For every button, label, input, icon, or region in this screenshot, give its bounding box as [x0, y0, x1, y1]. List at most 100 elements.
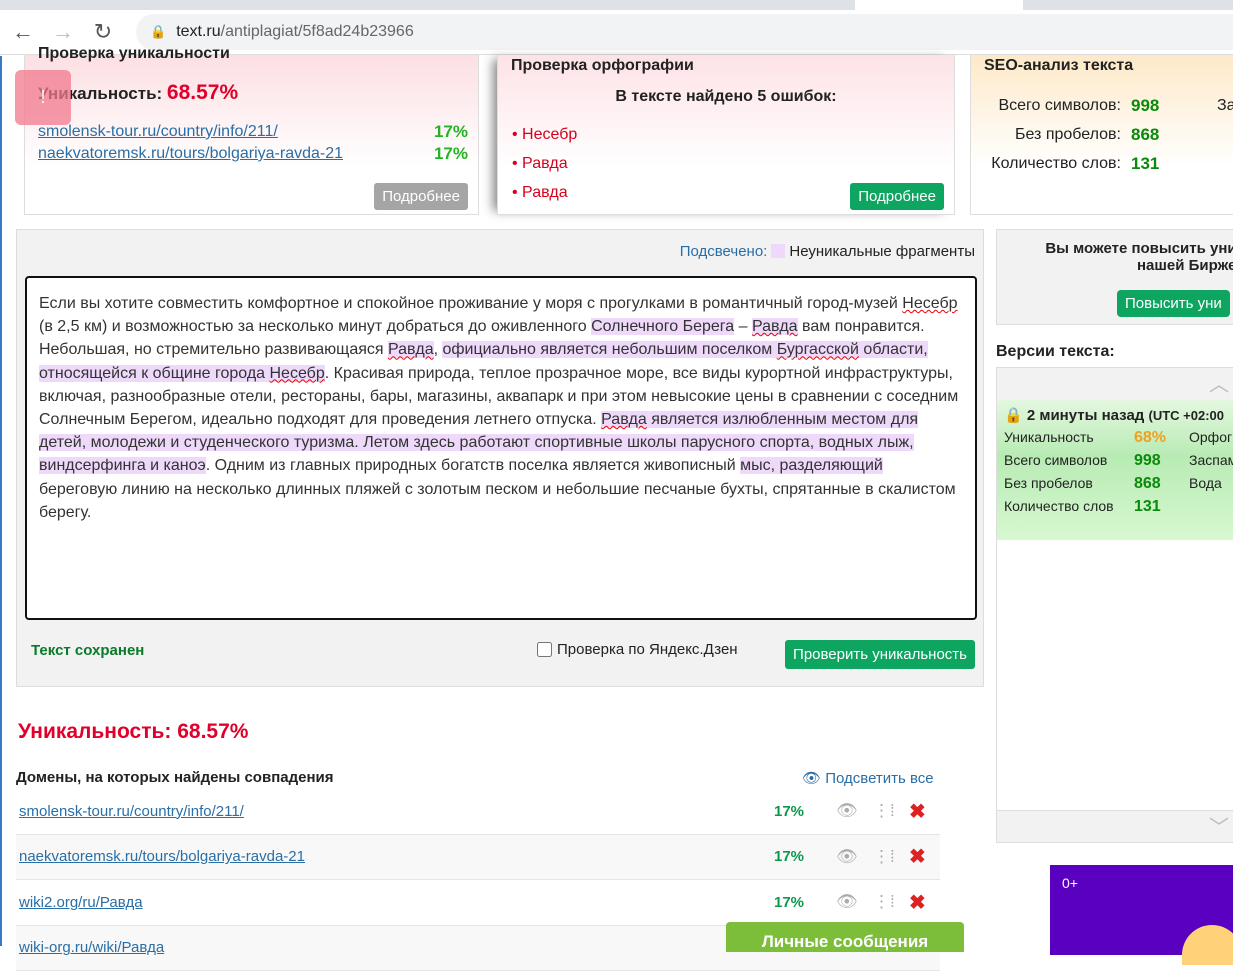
yandex-zen-option[interactable]: Проверка по Яндекс.Дзен: [537, 641, 738, 658]
promo-panel: Вы можете повысить уни нашей Бирже р Пов…: [996, 229, 1233, 325]
spelling-card: Проверка орфографии В тексте найдено 5 о…: [497, 55, 955, 215]
yandex-zen-label: Проверка по Яндекс.Дзен: [557, 641, 738, 658]
error-list: Несебр Равда Равда: [512, 120, 577, 207]
highlight-legend: Подсвечено: Неуникальные фрагменты: [680, 243, 975, 260]
version-stat-label: Количество слов: [1004, 495, 1134, 518]
chevron-up-icon[interactable]: ︿: [997, 368, 1233, 400]
version-stat-label: Без пробелов: [1004, 472, 1134, 495]
ad-image: [1182, 925, 1233, 965]
promo-button[interactable]: Повысить уни: [1117, 290, 1230, 317]
chevron-down-icon[interactable]: ﹀: [997, 810, 1233, 842]
match-pct: 17%: [774, 894, 804, 911]
source-link[interactable]: naekvatoremsk.ru/tours/bolgariya-ravda-2…: [38, 143, 343, 165]
version-time: 2 минуты назад: [1027, 407, 1144, 424]
yandex-zen-checkbox[interactable]: [537, 642, 552, 657]
eye-icon[interactable]: 👁: [836, 892, 858, 912]
spelling-more-button[interactable]: Подробнее: [850, 183, 944, 210]
card-title: SEO-анализ текста: [984, 57, 1133, 75]
legend-label: Неуникальные фрагменты: [789, 243, 975, 260]
version-stat-label: Всего символов: [1004, 449, 1134, 472]
nonunique-fragment: Бургасской: [777, 341, 859, 358]
nonunique-fragment: мыс, разделяющий: [740, 457, 883, 474]
text-fragment: береговую линию на несколько длинных пля…: [39, 481, 956, 521]
promo-text: Вы можете повысить уни: [1037, 240, 1233, 257]
versions-title: Версии текста:: [996, 343, 1115, 361]
text-fragment: Если вы хотите совместить комфортное и с…: [39, 295, 902, 312]
save-status: Текст сохранен: [31, 642, 144, 659]
domain-link[interactable]: naekvatoremsk.ru/tours/bolgariya-ravda-2…: [19, 848, 305, 865]
age-rating: 0+: [1062, 875, 1078, 891]
url-host: text.ru: [176, 23, 220, 41]
compare-icon[interactable]: ⋮⁞: [873, 892, 895, 912]
stat-value: 868: [1131, 120, 1159, 149]
advertisement[interactable]: 0+: [1050, 865, 1233, 955]
stat-label: Без пробелов:: [981, 120, 1131, 149]
version-stat-value: 68%: [1134, 426, 1189, 449]
seo-stats: Всего символов:998 Без пробелов:868 Коли…: [981, 91, 1159, 178]
version-tz: (UTC +02:00: [1148, 408, 1224, 423]
nonunique-fragment: Равда: [601, 411, 647, 428]
source-item: naekvatoremsk.ru/tours/bolgariya-ravda-2…: [38, 143, 468, 165]
check-uniqueness-button[interactable]: Проверить уникальность: [785, 640, 975, 669]
text-fragment: –: [734, 318, 752, 335]
card-title: Проверка уникальности: [38, 45, 230, 63]
nonunique-fragment: Несебр: [270, 365, 325, 382]
lock-icon: 🔒: [1004, 407, 1023, 424]
eye-icon[interactable]: 👁: [836, 801, 858, 821]
stat-label: Количество слов:: [981, 149, 1131, 178]
pinned-tab-overlay[interactable]: !: [15, 70, 71, 125]
legend-key: Подсвечено:: [680, 243, 768, 260]
stat-label: Всего символов:: [981, 91, 1131, 120]
version-stat-side: [1189, 495, 1233, 518]
delete-icon[interactable]: ✖: [909, 799, 926, 824]
version-stat-value: 868: [1134, 472, 1189, 495]
highlight-all-link[interactable]: 👁 Подсветить все: [802, 769, 934, 787]
domain-link[interactable]: wiki-org.ru/wiki/Равда: [19, 939, 164, 956]
forward-icon[interactable]: →: [46, 15, 80, 49]
delete-icon[interactable]: ✖: [909, 844, 926, 869]
messages-button[interactable]: Личные сообщения: [726, 922, 964, 952]
nonunique-fragment: Равда: [752, 318, 798, 335]
domain-link[interactable]: wiki2.org/ru/Равда: [19, 894, 143, 911]
nonunique-fragment: Равда: [388, 341, 434, 358]
eye-icon[interactable]: 👁: [836, 847, 858, 867]
eye-icon: 👁: [802, 770, 821, 787]
source-pct: 17%: [434, 143, 468, 165]
version-stat-value: 998: [1134, 449, 1189, 472]
version-item[interactable]: 🔒 2 минуты назад (UTC +02:00 Уникальност…: [997, 400, 1233, 540]
uniqueness-more-button[interactable]: Подробнее: [374, 183, 468, 210]
domain-row: naekvatoremsk.ru/tours/bolgariya-ravda-2…: [16, 835, 940, 881]
version-stat-side: Заспам: [1189, 449, 1233, 472]
compare-icon[interactable]: ⋮⁞: [873, 847, 895, 867]
uniqueness-value: 68.57%: [167, 81, 238, 104]
tab-strip: [0, 0, 1233, 10]
stat-label-cut: За: [1217, 91, 1233, 120]
compare-icon[interactable]: ⋮⁞: [873, 801, 895, 821]
version-stats: Уникальность68%ОрфогВсего символов998Зас…: [1004, 426, 1233, 518]
nonunique-fragment: официально является небольшим поселком: [442, 341, 776, 358]
result-title: Уникальность: 68.57%: [18, 720, 248, 744]
error-item[interactable]: Несебр: [512, 120, 577, 149]
version-stat-value: 131: [1134, 495, 1189, 518]
text-fragment: . Одним из главных природных богатств по…: [206, 457, 740, 474]
delete-icon[interactable]: ✖: [909, 890, 926, 915]
url-path: /antiplagiat/5f8ad24b23966: [221, 23, 414, 41]
text-fragment: Несебр: [902, 295, 957, 312]
back-icon[interactable]: ←: [6, 15, 40, 49]
source-link[interactable]: smolensk-tour.ru/country/info/211/: [38, 121, 278, 143]
text-fragment: (в 2,5 км) и возможностью за несколько м…: [39, 318, 591, 335]
lock-icon: 🔒: [150, 24, 166, 40]
active-tab[interactable]: [855, 0, 1023, 10]
error-item[interactable]: Равда: [512, 149, 577, 178]
versions-list: ︿ 🔒 2 минуты назад (UTC +02:00 Уникально…: [996, 367, 1233, 843]
address-bar[interactable]: 🔒 text.ru/antiplagiat/5f8ad24b23966: [136, 14, 1233, 50]
card-title: Проверка орфографии: [511, 57, 694, 75]
stat-value: 131: [1131, 149, 1159, 178]
source-item: smolensk-tour.ru/country/info/211/17%: [38, 121, 468, 143]
highlight-all-label: Подсветить все: [825, 770, 933, 787]
text-input-area[interactable]: Если вы хотите совместить комфортное и с…: [25, 276, 977, 620]
reload-icon[interactable]: ↻: [86, 15, 120, 49]
domain-link[interactable]: smolensk-tour.ru/country/info/211/: [19, 803, 244, 820]
error-item[interactable]: Равда: [512, 178, 577, 207]
source-pct: 17%: [434, 121, 468, 143]
